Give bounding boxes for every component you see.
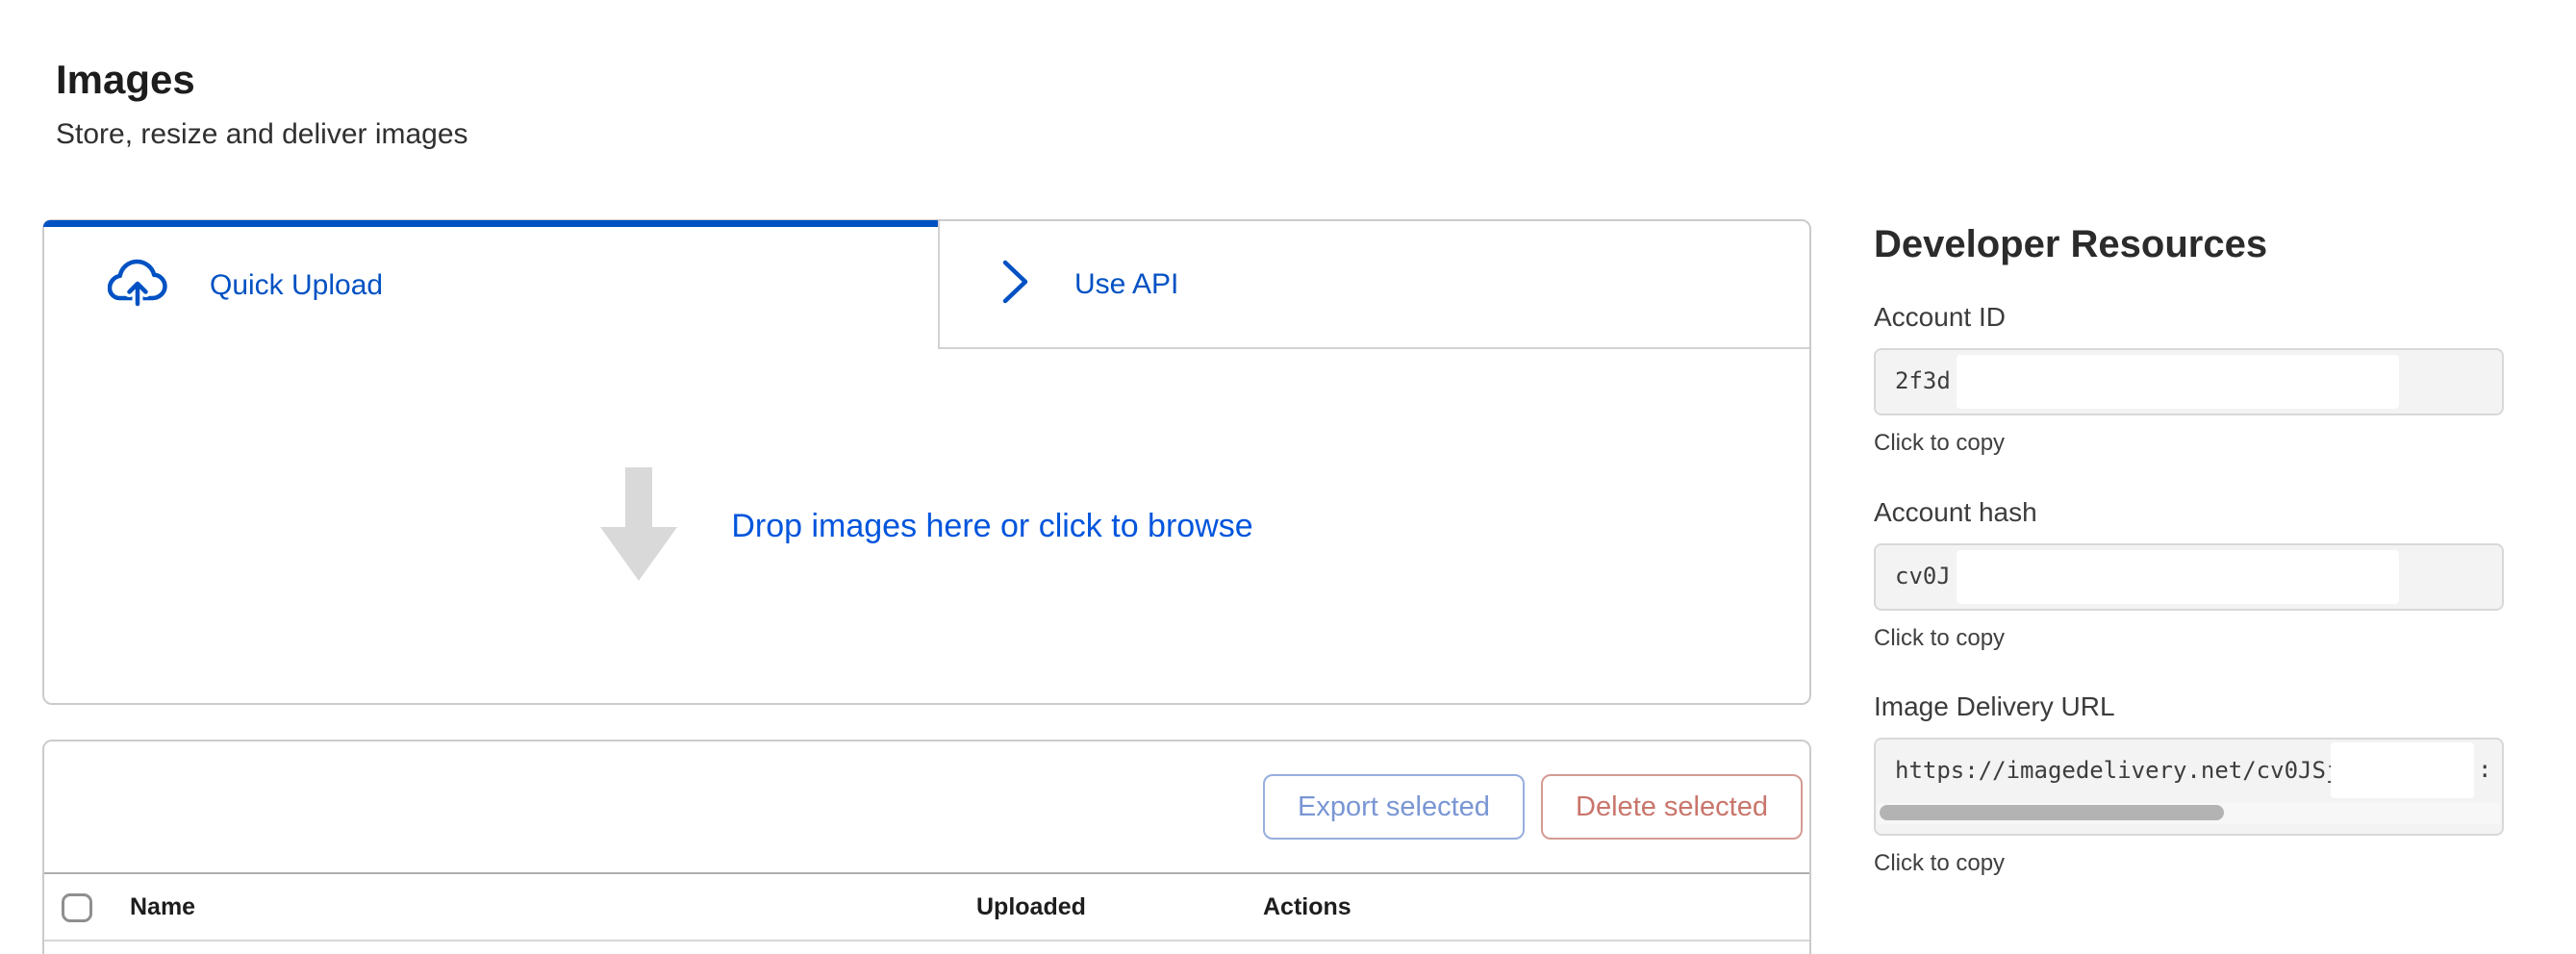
- redaction-overlay: [2331, 742, 2474, 798]
- arrow-down-icon: [600, 467, 677, 586]
- url-value-tail-char: :: [2478, 740, 2491, 799]
- copy-hint: Click to copy: [1874, 431, 2504, 456]
- select-all-checkbox[interactable]: [62, 893, 92, 922]
- dropzone[interactable]: Drop images here or click to browse: [44, 349, 1809, 703]
- copy-hint: Click to copy: [1874, 626, 2504, 651]
- url-scrollbar-thumb[interactable]: [1880, 805, 2224, 820]
- column-header-uploaded: Uploaded: [976, 874, 1086, 940]
- column-header-name: Name: [130, 874, 195, 940]
- chevron-right-icon: [1001, 259, 1030, 310]
- column-header-actions: Actions: [1263, 874, 1351, 940]
- account-id-section: Account ID 2f3d Click to copy: [1874, 304, 2504, 456]
- tab-quick-upload-label: Quick Upload: [210, 269, 383, 302]
- cloud-upload-icon: [108, 259, 167, 312]
- upload-panel: Quick Upload Use API Drop images here or…: [42, 219, 1811, 705]
- image-delivery-url-label: Image Delivery URL: [1874, 693, 2504, 720]
- export-selected-button[interactable]: Export selected: [1263, 774, 1525, 840]
- dropzone-label: Drop images here or click to browse: [731, 508, 1252, 545]
- redaction-overlay: [1957, 550, 2399, 604]
- account-id-copy-field[interactable]: 2f3d: [1874, 348, 2504, 415]
- account-id-label: Account ID: [1874, 304, 2504, 331]
- table-header-border: [44, 940, 1809, 941]
- image-delivery-url-copy-field[interactable]: https://imagedelivery.net/cv0JSj :: [1874, 738, 2504, 836]
- images-list-panel: Export selected Delete selected Name Upl…: [42, 740, 1811, 954]
- account-hash-value: cv0J: [1895, 545, 1951, 607]
- developer-resources: Developer Resources Account ID 2f3d Clic…: [1874, 223, 2504, 896]
- tab-quick-upload[interactable]: Quick Upload: [44, 221, 938, 349]
- image-delivery-url-value: https://imagedelivery.net/cv0JSj: [1895, 740, 2339, 801]
- redaction-overlay: [1957, 355, 2399, 409]
- account-hash-section: Account hash cv0J Click to copy: [1874, 499, 2504, 651]
- account-id-value: 2f3d: [1895, 350, 1951, 412]
- page-subtitle: Store, resize and deliver images: [56, 117, 468, 152]
- page-title: Images: [56, 58, 195, 102]
- account-hash-label: Account hash: [1874, 499, 2504, 526]
- developer-resources-heading: Developer Resources: [1874, 223, 2267, 265]
- delete-selected-button[interactable]: Delete selected: [1541, 774, 1803, 840]
- account-hash-copy-field[interactable]: cv0J: [1874, 543, 2504, 611]
- tab-use-api[interactable]: Use API: [938, 221, 1809, 349]
- image-delivery-url-section: Image Delivery URL https://imagedelivery…: [1874, 693, 2504, 876]
- copy-hint: Click to copy: [1874, 851, 2504, 876]
- table-header-row: Name Uploaded Actions: [44, 874, 1809, 940]
- tab-use-api-label: Use API: [1074, 268, 1178, 301]
